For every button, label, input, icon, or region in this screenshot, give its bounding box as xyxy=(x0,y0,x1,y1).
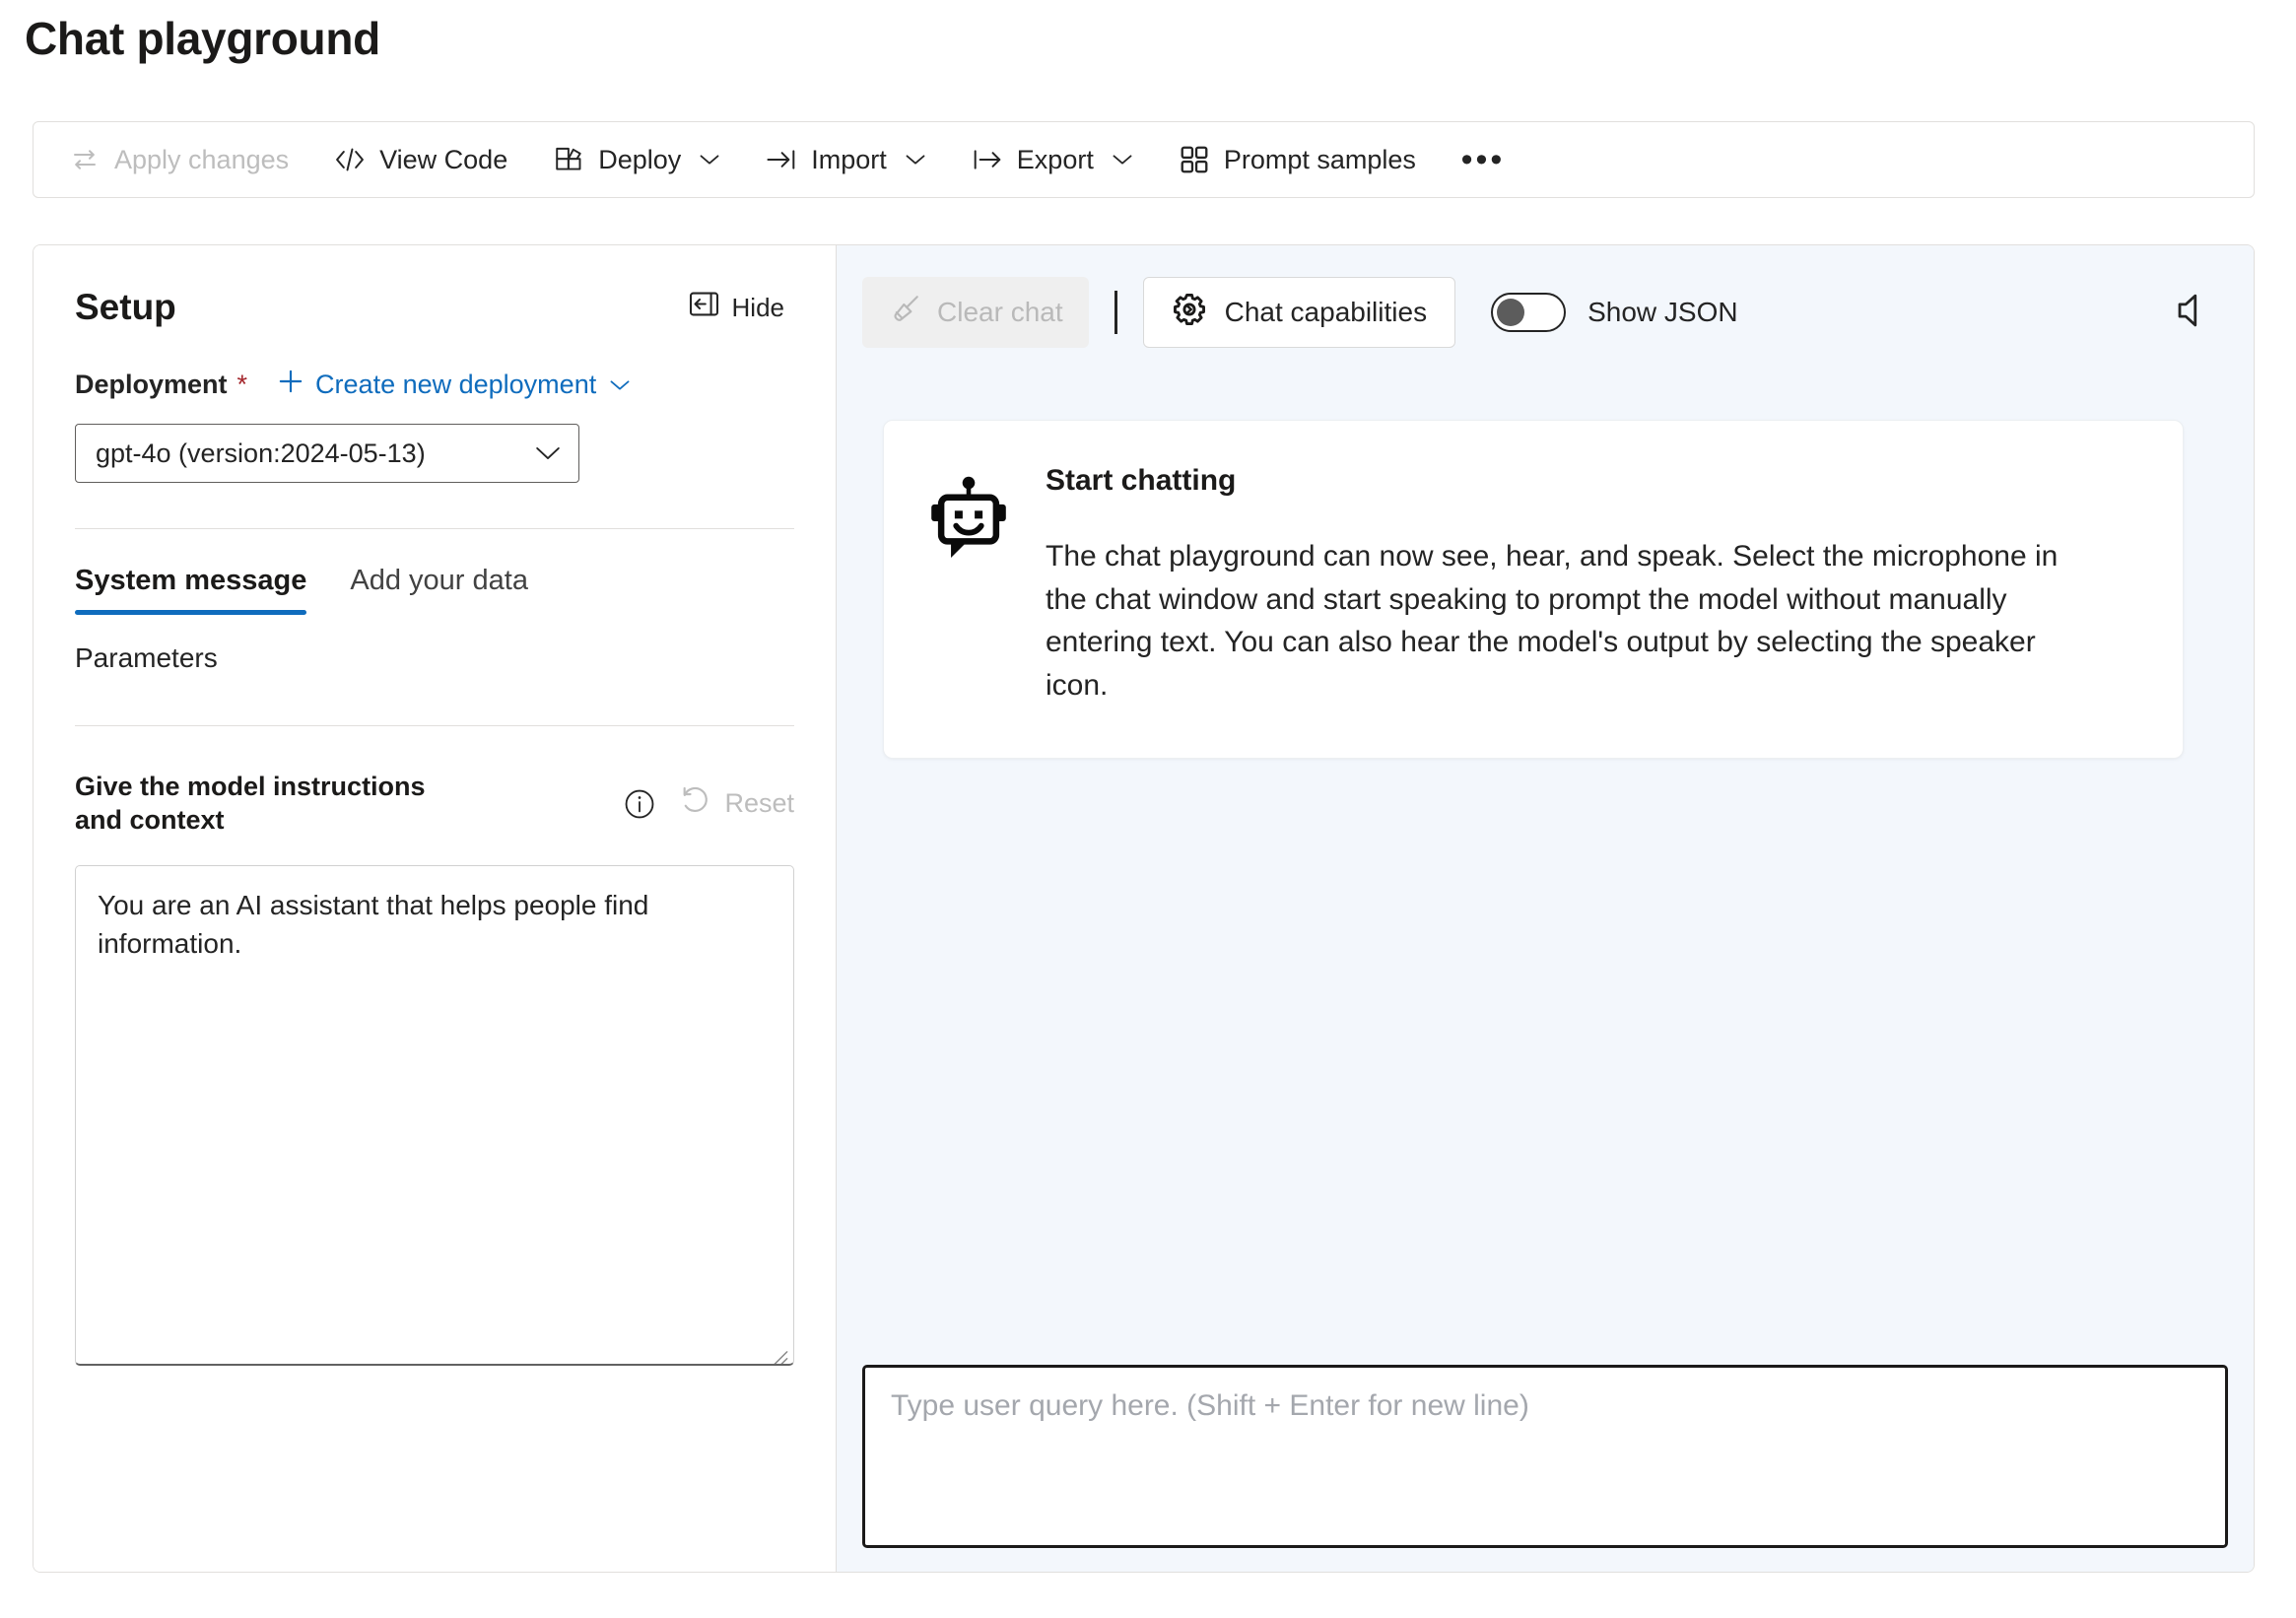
prompt-samples-label: Prompt samples xyxy=(1223,144,1416,174)
chevron-down-icon xyxy=(699,152,720,168)
speaker-icon xyxy=(2173,290,2214,336)
deployment-row: Deployment * Create new deployment xyxy=(34,330,836,402)
speaker-button[interactable] xyxy=(2163,282,2224,343)
system-message-heading: Give the model instructions and context xyxy=(75,772,426,836)
tab-add-your-data-label: Add your data xyxy=(350,565,528,596)
deploy-icon xyxy=(553,144,584,175)
tab-system-message-label: System message xyxy=(75,565,307,596)
chat-toolbar: Clear chat Chat capabilities Show JSON xyxy=(837,245,2254,348)
export-icon xyxy=(972,144,1003,175)
start-chatting-body: Start chatting The chat playground can n… xyxy=(1046,464,2135,707)
start-chatting-text: The chat playground can now see, hear, a… xyxy=(1046,540,2059,702)
parameters-link[interactable]: Parameters xyxy=(75,642,218,673)
parameters-row: Parameters xyxy=(34,615,836,674)
chevron-down-icon xyxy=(609,377,631,393)
setup-header: Setup Hide xyxy=(34,245,836,330)
setup-tabs: System message Add your data xyxy=(34,529,836,615)
import-label: Import xyxy=(811,144,887,174)
export-button[interactable]: Export xyxy=(952,132,1153,187)
apply-changes-icon xyxy=(69,144,101,175)
deployment-label: Deployment xyxy=(75,370,228,399)
apply-changes-label: Apply changes xyxy=(114,144,290,174)
start-chatting-card: Start chatting The chat playground can n… xyxy=(883,420,2184,759)
chat-capabilities-button[interactable]: Chat capabilities xyxy=(1142,277,1456,348)
view-code-button[interactable]: View Code xyxy=(314,132,527,187)
apply-changes-button[interactable]: Apply changes xyxy=(49,132,308,187)
playground-body: Setup Hide Deployment * Create new deplo… xyxy=(33,244,2255,1573)
system-message-textarea[interactable]: You are an AI assistant that helps peopl… xyxy=(75,864,794,1366)
grid-icon xyxy=(1179,144,1210,175)
show-json-toggle[interactable]: Show JSON xyxy=(1491,293,1738,332)
gear-icon xyxy=(1172,292,1207,334)
deployment-select[interactable]: gpt-4o (version:2024-05-13) xyxy=(75,424,579,483)
system-message-header: Give the model instructions and context xyxy=(34,726,836,838)
setup-pane: Setup Hide Deployment * Create new deplo… xyxy=(34,245,837,1572)
toggle-knob xyxy=(1497,299,1525,326)
reset-icon xyxy=(680,785,711,822)
chevron-down-icon xyxy=(1112,152,1133,168)
tab-system-message[interactable]: System message xyxy=(75,565,307,615)
user-query-placeholder: Type user query here. (Shift + Enter for… xyxy=(891,1389,1529,1422)
view-code-label: View Code xyxy=(379,144,508,174)
info-icon[interactable] xyxy=(623,787,656,821)
system-message-value: You are an AI assistant that helps peopl… xyxy=(98,889,649,960)
system-message-actions: Reset xyxy=(623,785,794,822)
import-icon xyxy=(766,144,797,175)
export-label: Export xyxy=(1016,144,1094,174)
hide-panel-icon xyxy=(689,291,719,324)
plus-icon xyxy=(277,368,304,402)
show-json-label: Show JSON xyxy=(1587,297,1738,327)
deployment-selected-value: gpt-4o (version:2024-05-13) xyxy=(96,438,426,468)
toggle-track xyxy=(1491,293,1567,332)
reset-label: Reset xyxy=(724,788,794,818)
reset-system-message-button[interactable]: Reset xyxy=(680,785,794,822)
clear-chat-label: Clear chat xyxy=(937,297,1063,327)
create-new-deployment-label: Create new deployment xyxy=(315,370,597,399)
hide-setup-label: Hide xyxy=(731,292,784,322)
tab-add-your-data[interactable]: Add your data xyxy=(350,565,528,615)
chevron-down-icon xyxy=(535,444,561,462)
more-options-button[interactable]: ••• xyxy=(1455,132,1511,187)
create-new-deployment-link[interactable]: Create new deployment xyxy=(277,368,631,402)
ellipsis-icon: ••• xyxy=(1460,141,1506,178)
page-title: Chat playground xyxy=(25,13,380,64)
toolbar-separator xyxy=(1114,291,1117,334)
bot-icon xyxy=(927,476,1010,707)
hide-setup-button[interactable]: Hide xyxy=(679,285,794,330)
user-query-input[interactable]: Type user query here. (Shift + Enter for… xyxy=(862,1365,2228,1548)
setup-title: Setup xyxy=(75,287,176,327)
start-chatting-title: Start chatting xyxy=(1046,464,1237,497)
resize-handle[interactable] xyxy=(767,1338,788,1364)
chat-messages-area: Start chatting The chat playground can n… xyxy=(837,373,2254,1355)
chevron-down-icon xyxy=(905,152,926,168)
code-icon xyxy=(334,144,366,175)
clear-chat-button[interactable]: Clear chat xyxy=(862,277,1089,348)
prompt-samples-button[interactable]: Prompt samples xyxy=(1159,132,1436,187)
command-bar: Apply changes View Code Deploy Import Ex… xyxy=(33,121,2255,198)
deploy-button[interactable]: Deploy xyxy=(533,132,740,187)
chat-capabilities-label: Chat capabilities xyxy=(1224,297,1428,327)
import-button[interactable]: Import xyxy=(746,132,946,187)
chat-pane: Clear chat Chat capabilities Show JSON S… xyxy=(837,245,2254,1572)
required-marker: * xyxy=(236,370,248,399)
broom-icon xyxy=(888,293,921,333)
chat-playground-page: Chat playground Apply changes View Code xyxy=(0,0,2296,1618)
deploy-label: Deploy xyxy=(598,144,682,174)
